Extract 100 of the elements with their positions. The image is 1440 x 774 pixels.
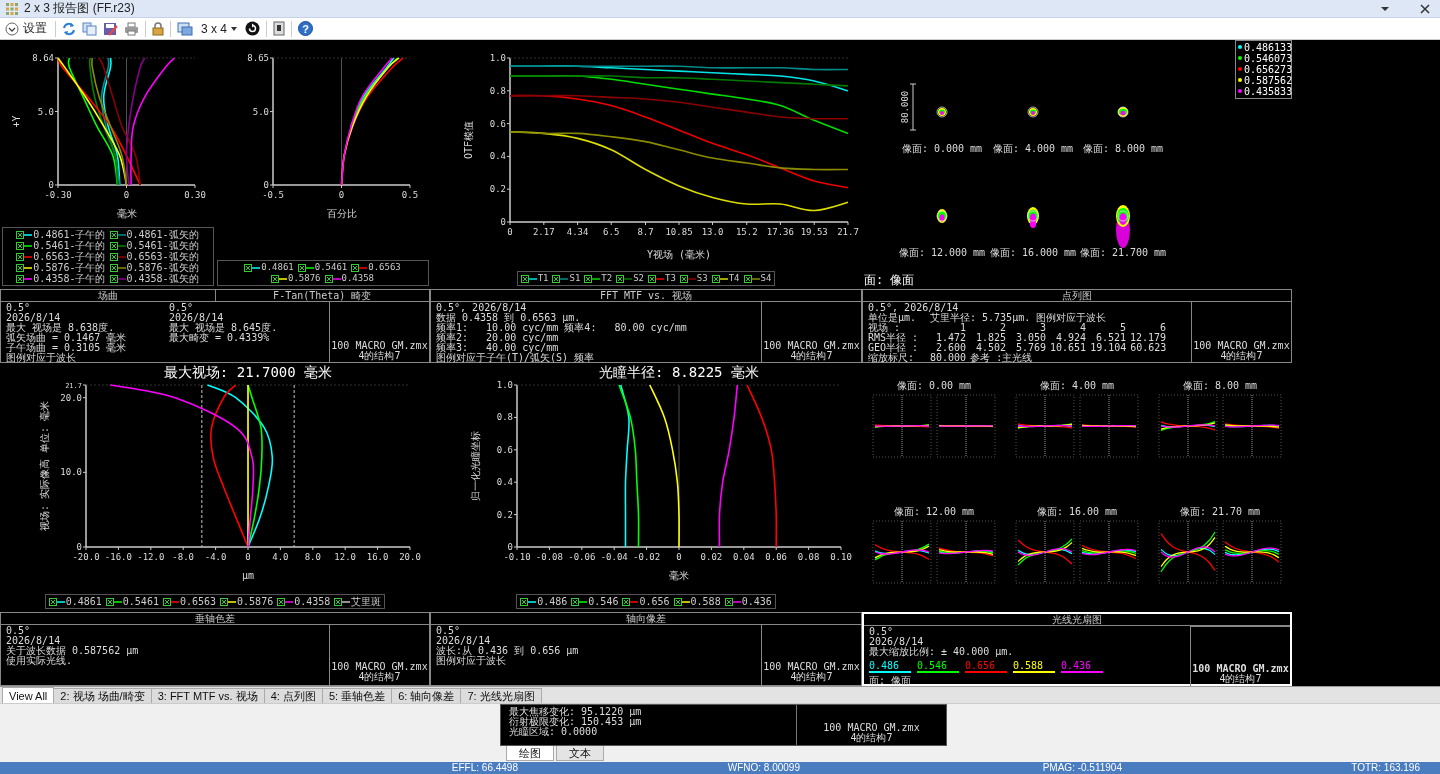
- wavelength-label: 0.656: [965, 660, 1007, 673]
- ray-fan-plot: [872, 520, 932, 584]
- tick-label: 0: [123, 190, 130, 200]
- status-text: PMAG: -0.511904: [1041, 762, 1122, 774]
- tick-label: 0: [676, 552, 682, 562]
- info-text: 2: [999, 323, 1006, 333]
- tab[interactable]: 5: 垂轴色差: [321, 688, 393, 703]
- tab[interactable]: View All: [2, 687, 55, 703]
- spot-label: 像面: 21.700 mm: [1079, 247, 1167, 258]
- caret-icon: [231, 26, 237, 31]
- tick-label: 0.4: [489, 151, 506, 162]
- tab[interactable]: 文本: [556, 746, 604, 761]
- legend-label: 0.5876: [237, 596, 274, 607]
- axis-label: µm: [242, 570, 254, 581]
- tick-label: 0: [48, 180, 54, 190]
- tab[interactable]: 4: 点列图: [263, 688, 323, 703]
- info-text: 波长:从 0.436 到 0.656 µm: [436, 646, 580, 656]
- info-text: 12.179: [1130, 333, 1167, 343]
- close-icon[interactable]: [1420, 3, 1430, 14]
- ray-fan-plot: [1222, 520, 1282, 584]
- info-text: 60.623: [1130, 343, 1167, 353]
- device-icon[interactable]: [273, 21, 285, 36]
- ray-fan-plot: [1079, 394, 1139, 458]
- info-text: 5.769: [1014, 343, 1046, 353]
- status-text: EFFL: 66.4498: [450, 762, 518, 774]
- legend-label: T2: [601, 273, 613, 284]
- info-text: RMS半径 :: [868, 333, 920, 343]
- info-text: 0.5°, 2026/8/14: [436, 303, 527, 313]
- wavelength-label: 0.588: [1013, 660, 1055, 673]
- ray-fan-plot: [1158, 520, 1218, 584]
- info-text: 0.5°: [169, 303, 195, 313]
- copy-icon[interactable]: [82, 21, 97, 36]
- legend-label: 0.486: [537, 596, 568, 607]
- info-text: 6.521: [1094, 333, 1126, 343]
- tick-label: 0.6: [489, 118, 506, 129]
- tick-label: 8.65: [247, 53, 269, 63]
- status-text: TOTR: 163.196: [1350, 762, 1420, 774]
- tick-label: -8.0: [172, 552, 195, 562]
- tab[interactable]: 绘图: [506, 746, 554, 761]
- rotate-icon[interactable]: [245, 21, 260, 36]
- tab[interactable]: 7: 光线光扇图: [460, 688, 542, 703]
- tick-label: -0.02: [633, 552, 661, 562]
- lock-icon[interactable]: [152, 21, 164, 36]
- info-text: 19.104: [1090, 343, 1127, 353]
- window-icon[interactable]: [177, 21, 193, 36]
- legend-label: 0.4358-弧矢的: [126, 273, 199, 284]
- legend-label: 0.6563: [368, 262, 401, 273]
- panel-header: 场曲: [96, 290, 119, 301]
- help-button[interactable]: ?: [298, 21, 313, 36]
- window-title: 2 x 3 报告图 (FF.r23): [24, 0, 136, 17]
- file-label: 100 MACRO GM.zmx: [1192, 664, 1289, 674]
- info-text: 5: [1118, 323, 1126, 333]
- info-text: 1.472: [934, 333, 966, 343]
- ray-fan-plot: [872, 394, 932, 458]
- info-text: 子午场曲 = 0.3105 毫米: [6, 343, 128, 353]
- tick-label: 8.7: [637, 227, 654, 237]
- spot-pattern: [1027, 106, 1039, 118]
- wavelength-label: 0.436: [1061, 660, 1103, 673]
- settings-button[interactable]: 设置: [3, 19, 49, 38]
- legend-label: 0.5461: [122, 596, 159, 607]
- info-text: 1.825: [974, 333, 1006, 343]
- tick-label: 0: [338, 190, 345, 200]
- info-text: 缩放标尺:: [868, 353, 916, 363]
- legend-label: 0.4861-弧矢的: [126, 229, 199, 240]
- tick-label: 0.02: [700, 552, 723, 562]
- tick-label: 12.0: [334, 552, 357, 562]
- info-text: 2026/8/14: [436, 636, 492, 646]
- info-text: 0.5°: [436, 626, 462, 636]
- info-text: 最大畸变 = 0.4339%: [169, 333, 271, 343]
- app-icon: [6, 2, 18, 15]
- info-text: 面: 像面: [869, 676, 913, 686]
- file-label: 100 MACRO GM.zmx: [823, 723, 920, 733]
- info-text: 3: [1039, 323, 1046, 333]
- spot-pattern: [936, 106, 948, 118]
- layout-button[interactable]: 3 x 4: [199, 19, 239, 38]
- tick-label: 0.8: [489, 85, 506, 96]
- info-text: 单位是µm.: [868, 313, 917, 323]
- scale-bar: [909, 83, 917, 131]
- panel-header: 垂轴色差: [194, 613, 236, 624]
- tab[interactable]: 2: 视场 场曲/畸变: [53, 688, 152, 703]
- info-text: 图例对应于波长: [6, 353, 77, 363]
- ray-fan-plot: [1015, 394, 1075, 458]
- save-icon[interactable]: [103, 21, 118, 36]
- info-text: 4.924: [1054, 333, 1086, 343]
- ray-fan-plot: [936, 520, 996, 584]
- info-text: 2026/8/14: [6, 313, 62, 323]
- ray-fan-plot: [936, 394, 996, 458]
- info-text: 关于波长数据 0.587562 µm: [6, 646, 140, 656]
- legend-label: 0.5876-子午的: [33, 262, 106, 273]
- tab[interactable]: 3: FFT MTF vs. 视场: [150, 688, 265, 703]
- refresh-icon[interactable]: [62, 21, 76, 36]
- info-text: 2026/8/14: [869, 637, 925, 647]
- chart-title: 光瞳半径: 8.8225 毫米: [599, 364, 759, 380]
- info-text: 1: [958, 323, 966, 333]
- legend-label: 0.5461: [314, 262, 348, 273]
- print-icon[interactable]: [124, 21, 139, 36]
- spot-pattern: [936, 209, 948, 223]
- tab[interactable]: 6: 轴向像差: [391, 688, 462, 703]
- tick-label: 10.0: [60, 467, 82, 478]
- tick-label: 13.0: [701, 227, 724, 237]
